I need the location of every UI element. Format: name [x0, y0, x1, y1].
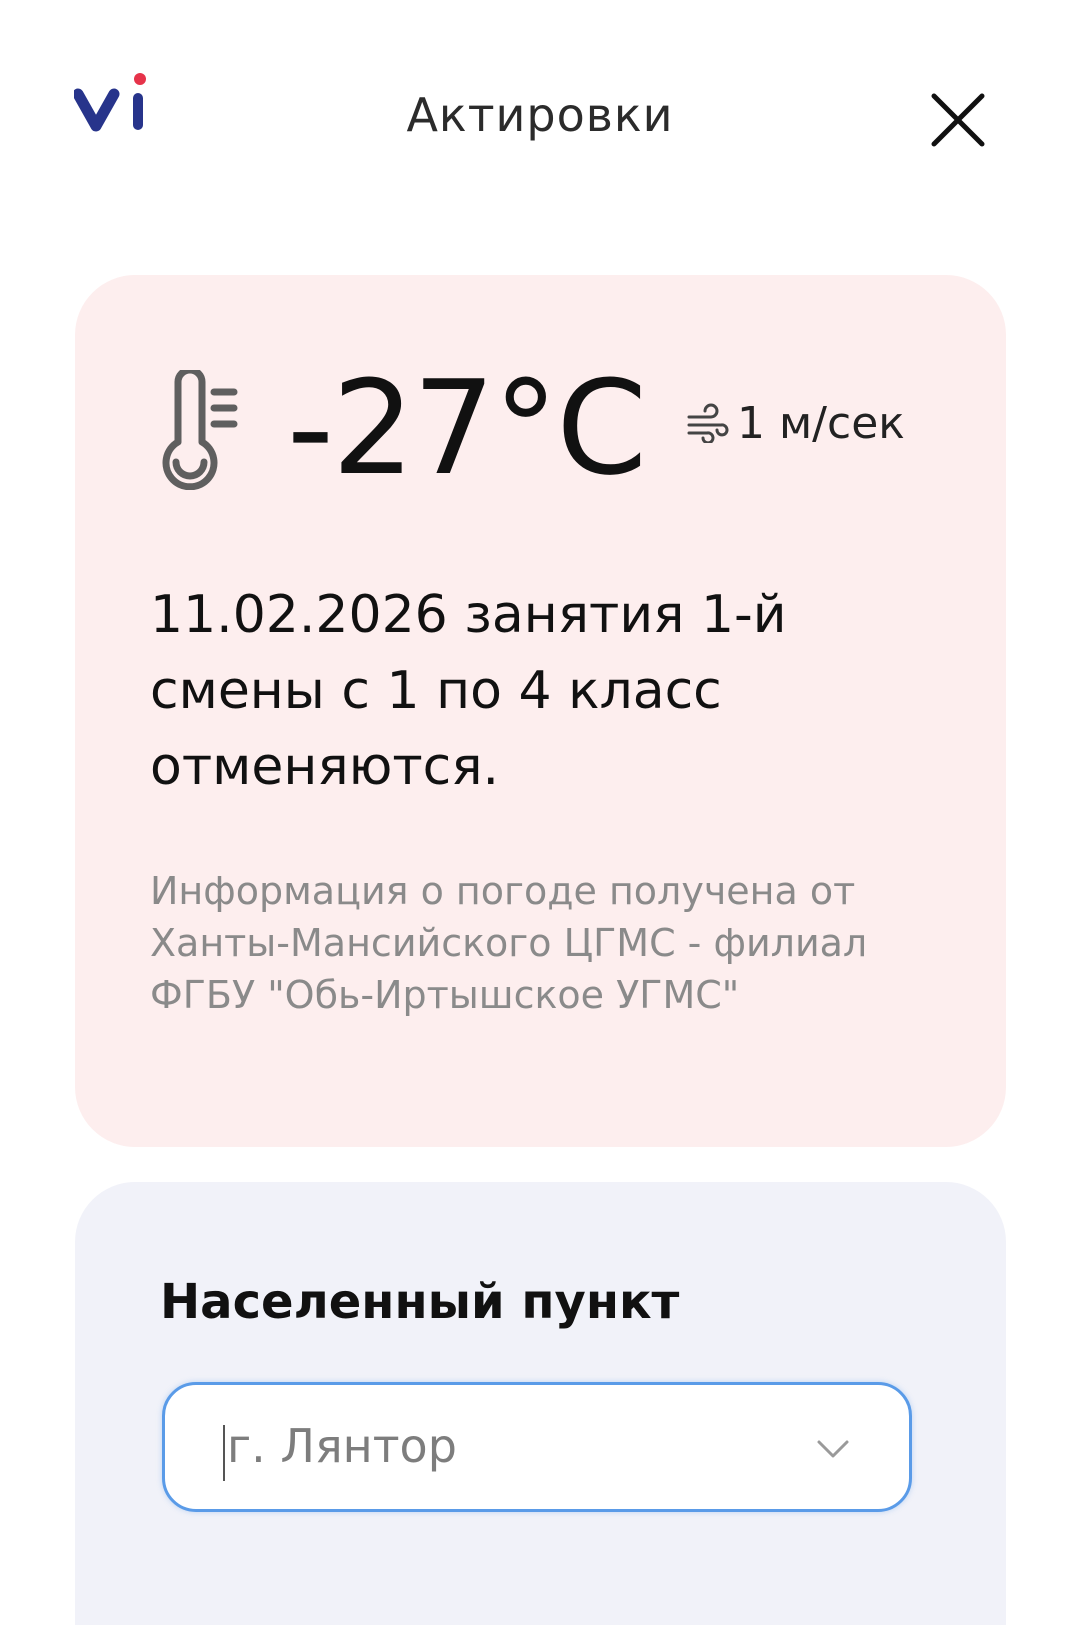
locality-select[interactable]: г. Лянтор: [162, 1382, 912, 1512]
header: Актировки: [0, 0, 1080, 240]
weather-source-note: Информация о погоде получена от Ханты-Ма…: [150, 869, 868, 1017]
wind-speed: 1 м/сек: [737, 397, 905, 449]
locality-label: Населенный пункт: [160, 1274, 680, 1330]
wind-info: 1 м/сек: [685, 393, 905, 453]
cancellation-notice: 11.02.2026 занятия 1-й смены с 1 по 4 кл…: [150, 585, 787, 797]
wind-icon: [687, 403, 729, 443]
page-title: Актировки: [406, 88, 674, 142]
thermometer-icon: [160, 366, 245, 491]
temperature-value: -27°C: [287, 352, 647, 504]
locality-select-value: г. Лянтор: [227, 1419, 457, 1473]
close-button[interactable]: [930, 92, 986, 148]
weather-card: -27°C 1 м/сек 11.02.2026 занятия 1-й сме…: [75, 275, 1006, 1147]
close-icon: [931, 93, 985, 147]
location-card: Населенный пункт г. Лянтор: [75, 1182, 1006, 1625]
chevron-down-icon: [817, 1440, 849, 1458]
text-cursor: [223, 1425, 225, 1481]
actirovki-screen: Актировки -27°C 1 м/сек 11.02.2026 занят…: [0, 0, 1080, 1625]
